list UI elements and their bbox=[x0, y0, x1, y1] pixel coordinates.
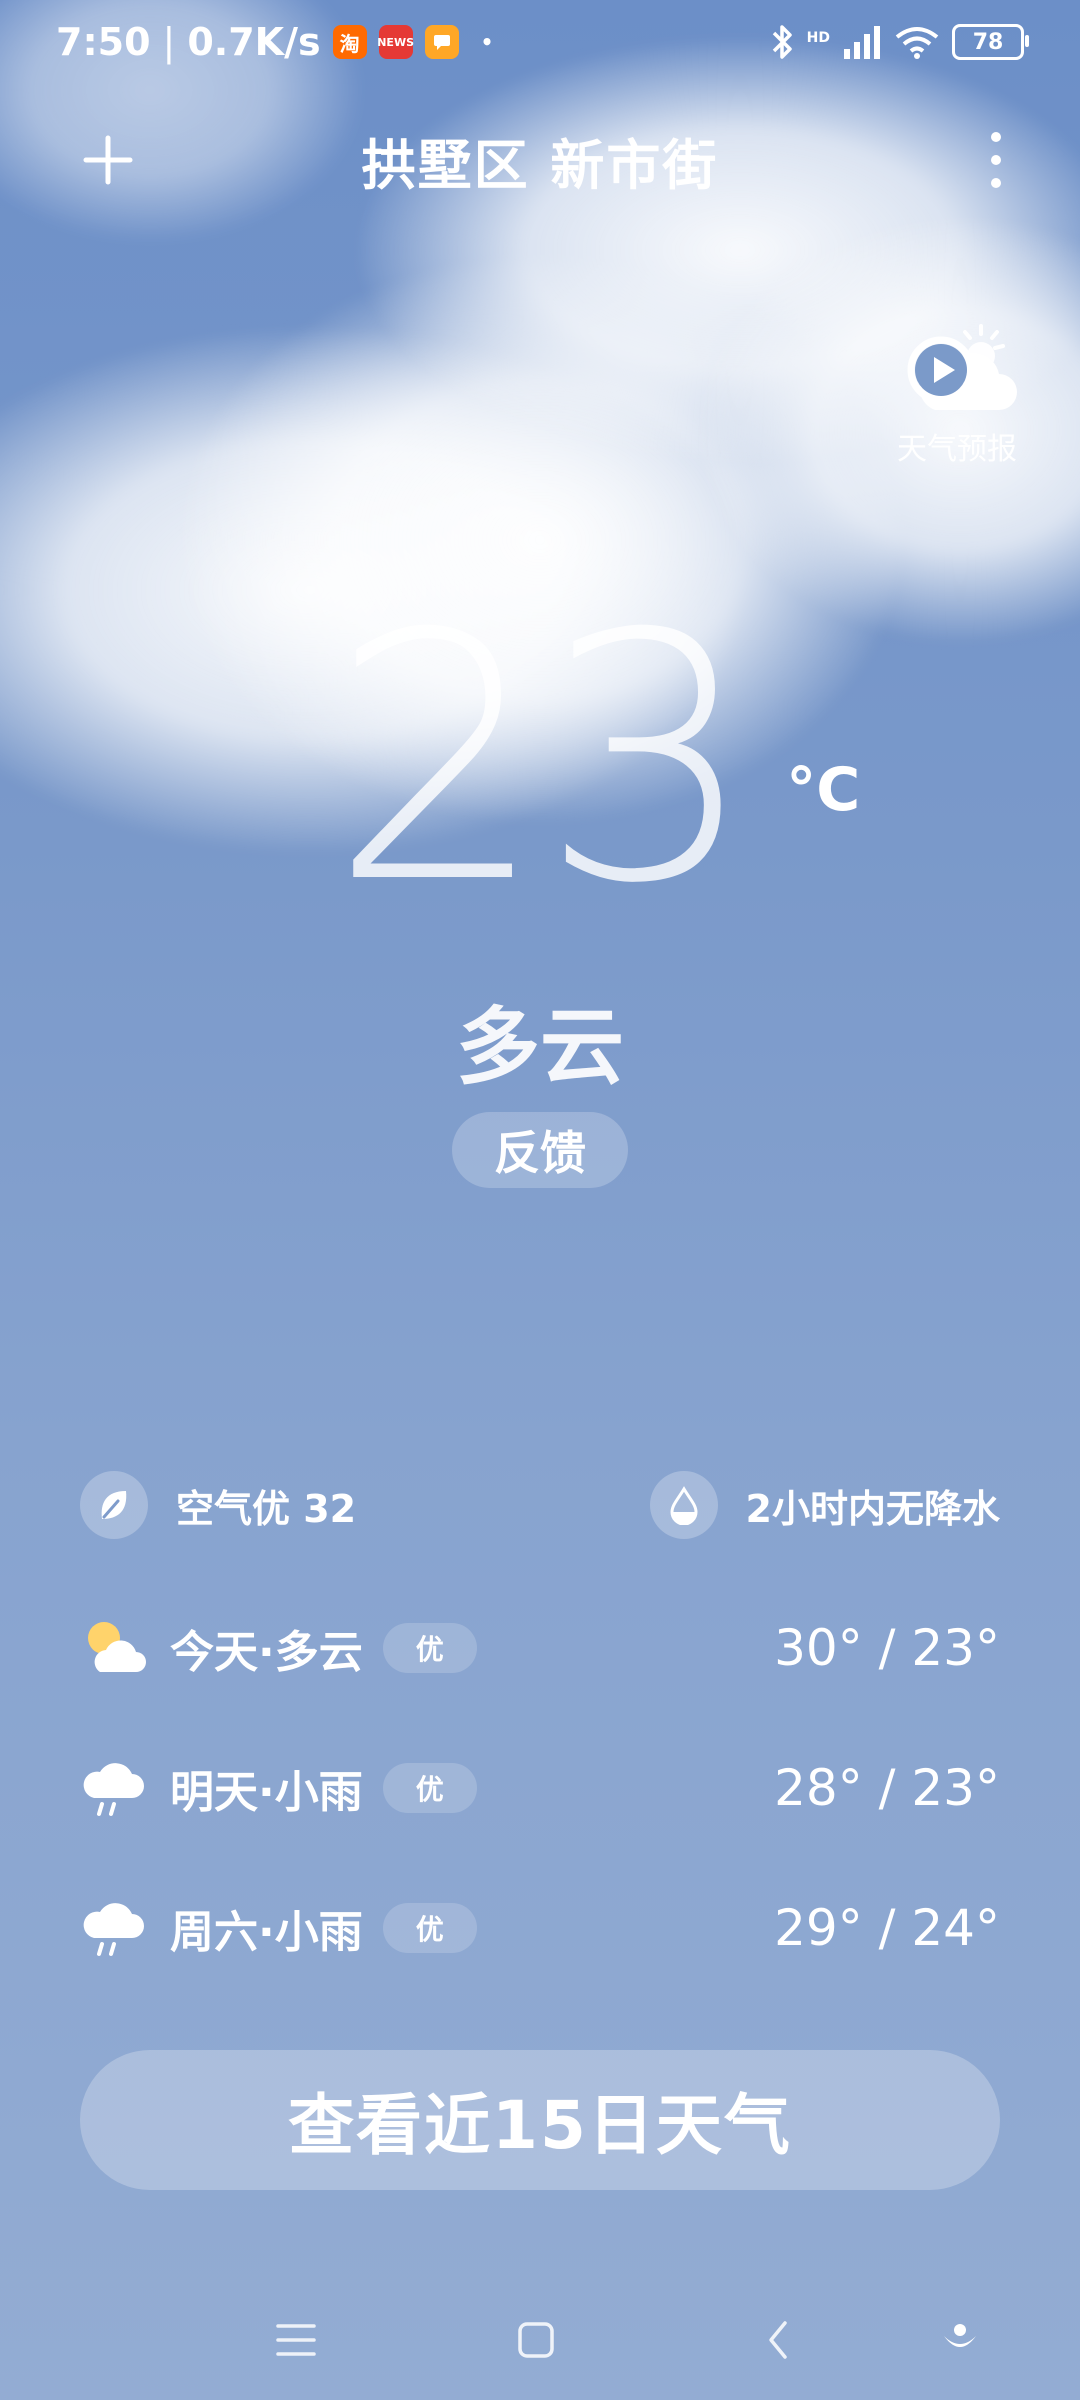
more-dot bbox=[991, 155, 1001, 165]
home-icon bbox=[518, 2322, 554, 2358]
view-15-day-button[interactable]: 查看近15日天气 bbox=[80, 2050, 1000, 2190]
temperature-value: 23 bbox=[329, 562, 757, 958]
more-dot bbox=[991, 132, 1001, 142]
message-app-icon bbox=[424, 25, 459, 59]
weather-video-icon bbox=[907, 324, 1017, 410]
daily-forecast-row[interactable]: 明天·小雨 优 28° / 23° bbox=[80, 1743, 1000, 1833]
current-temperature: 23 °C bbox=[330, 590, 861, 930]
status-bar: 7:50 | 0.7K/s 淘 NEWS • HD 78 bbox=[0, 0, 1080, 84]
aqi-badge: 优 bbox=[382, 1623, 477, 1673]
signal-icon bbox=[844, 26, 880, 59]
aqi-badge: 优 bbox=[382, 1763, 477, 1813]
daily-forecast-row[interactable]: 周六·小雨 优 29° / 24° bbox=[80, 1883, 1000, 1973]
current-condition: 多云 bbox=[455, 998, 624, 1096]
menu-button[interactable] bbox=[266, 2310, 326, 2370]
more-options-button[interactable] bbox=[984, 132, 1008, 188]
dot-indicator: • bbox=[480, 30, 494, 54]
forecast-label: 天气预报 bbox=[897, 432, 1017, 467]
water-drop-icon bbox=[649, 1471, 718, 1539]
aqi-badge: 优 bbox=[382, 1903, 477, 1953]
status-divider: | bbox=[162, 20, 176, 64]
day-temperature: 30° / 23° bbox=[774, 1619, 1000, 1677]
status-speed: 0.7K/s bbox=[187, 20, 321, 64]
network-type: HD bbox=[806, 30, 830, 46]
feedback-button[interactable]: 反馈 bbox=[452, 1112, 628, 1188]
current-weather: 23 °C bbox=[0, 590, 1080, 930]
weather-forecast-button[interactable]: 天气预报 bbox=[892, 320, 1022, 468]
partly-cloudy-icon bbox=[88, 1622, 146, 1672]
assistant-button[interactable] bbox=[930, 2310, 990, 2370]
precipitation-text: 2小时内无降水 bbox=[745, 1486, 1000, 1531]
menu-icon bbox=[276, 2324, 316, 2356]
home-button[interactable] bbox=[506, 2310, 566, 2370]
back-button[interactable] bbox=[748, 2310, 808, 2370]
location-title[interactable]: 拱墅区 新市街 bbox=[362, 121, 719, 200]
bluetooth-icon bbox=[772, 25, 792, 59]
day-label: 周六·小雨 bbox=[170, 1907, 363, 1958]
precipitation[interactable]: 2小时内无降水 bbox=[649, 1471, 1000, 1539]
air-quality-text: 空气优 32 bbox=[176, 1486, 357, 1531]
temperature-unit: °C bbox=[786, 755, 861, 825]
navigation-bar bbox=[0, 2300, 1080, 2380]
header: 拱墅区 新市街 bbox=[0, 110, 1080, 210]
status-time: 7:50 bbox=[56, 20, 151, 64]
assistant-icon bbox=[944, 2324, 976, 2347]
daily-forecast-row[interactable]: 今天·多云 优 30° / 23° bbox=[80, 1603, 1000, 1693]
plus-icon bbox=[83, 135, 133, 185]
add-city-button[interactable] bbox=[80, 132, 136, 188]
day-temperature: 28° / 23° bbox=[774, 1759, 1000, 1817]
day-label: 今天·多云 bbox=[170, 1627, 363, 1678]
back-icon bbox=[769, 2321, 787, 2359]
taobao-icon: 淘 bbox=[332, 25, 367, 59]
more-dot bbox=[991, 178, 1001, 188]
info-row: 空气优 32 2小时内无降水 bbox=[80, 1470, 1000, 1540]
battery-icon: 78 bbox=[952, 24, 1029, 60]
light-rain-icon bbox=[83, 1763, 144, 1816]
leaf-icon bbox=[80, 1471, 148, 1539]
air-quality[interactable]: 空气优 32 bbox=[80, 1471, 356, 1539]
day-label: 明天·小雨 bbox=[170, 1767, 363, 1818]
news-app-icon: NEWS bbox=[377, 25, 414, 59]
day-temperature: 29° / 24° bbox=[774, 1899, 1000, 1957]
light-rain-icon bbox=[83, 1903, 144, 1956]
wifi-icon bbox=[895, 27, 939, 59]
